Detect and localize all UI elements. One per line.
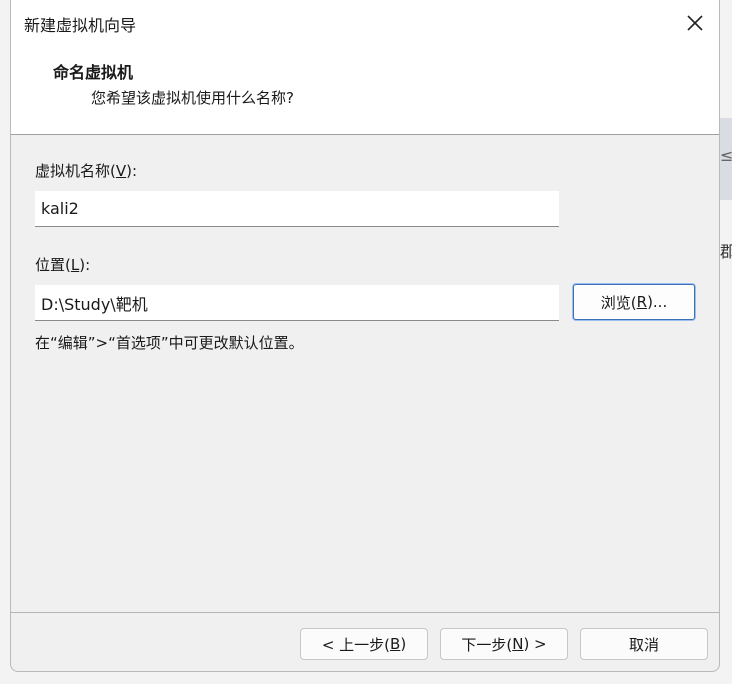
next-button[interactable]: 下一步(N) > xyxy=(440,628,568,660)
close-button[interactable] xyxy=(671,0,719,46)
cancel-button[interactable]: 取消 xyxy=(580,628,708,660)
vm-name-input[interactable] xyxy=(35,191,559,227)
wizard-header: 命名虚拟机 您希望该虚拟机使用什么名称? xyxy=(11,46,719,135)
back-button[interactable]: < 上一步(B) xyxy=(300,628,428,660)
location-label: 位置(L): xyxy=(35,256,91,274)
page-subtitle: 您希望该虚拟机使用什么名称? xyxy=(91,89,294,107)
vm-name-label: 虚拟机名称(V): xyxy=(35,162,138,180)
new-vm-wizard-dialog: 新建虚拟机向导 命名虚拟机 您希望该虚拟机使用什么名称? 虚拟机名称(V): 位… xyxy=(10,0,720,672)
location-input[interactable] xyxy=(35,285,559,321)
background-window: ≤ 郡 xyxy=(720,0,732,684)
title-bar: 新建虚拟机向导 xyxy=(11,0,719,46)
page-title: 命名虚拟机 xyxy=(53,63,134,82)
background-text-fragment: 郡 xyxy=(720,242,732,261)
browse-button[interactable]: 浏览(R)... xyxy=(573,284,695,320)
background-text-fragment: ≤ xyxy=(720,146,732,165)
close-icon xyxy=(687,15,703,31)
footer-divider xyxy=(11,612,719,613)
window-title: 新建虚拟机向导 xyxy=(24,16,137,35)
location-hint: 在“编辑”>“首选项”中可更改默认位置。 xyxy=(35,334,304,352)
